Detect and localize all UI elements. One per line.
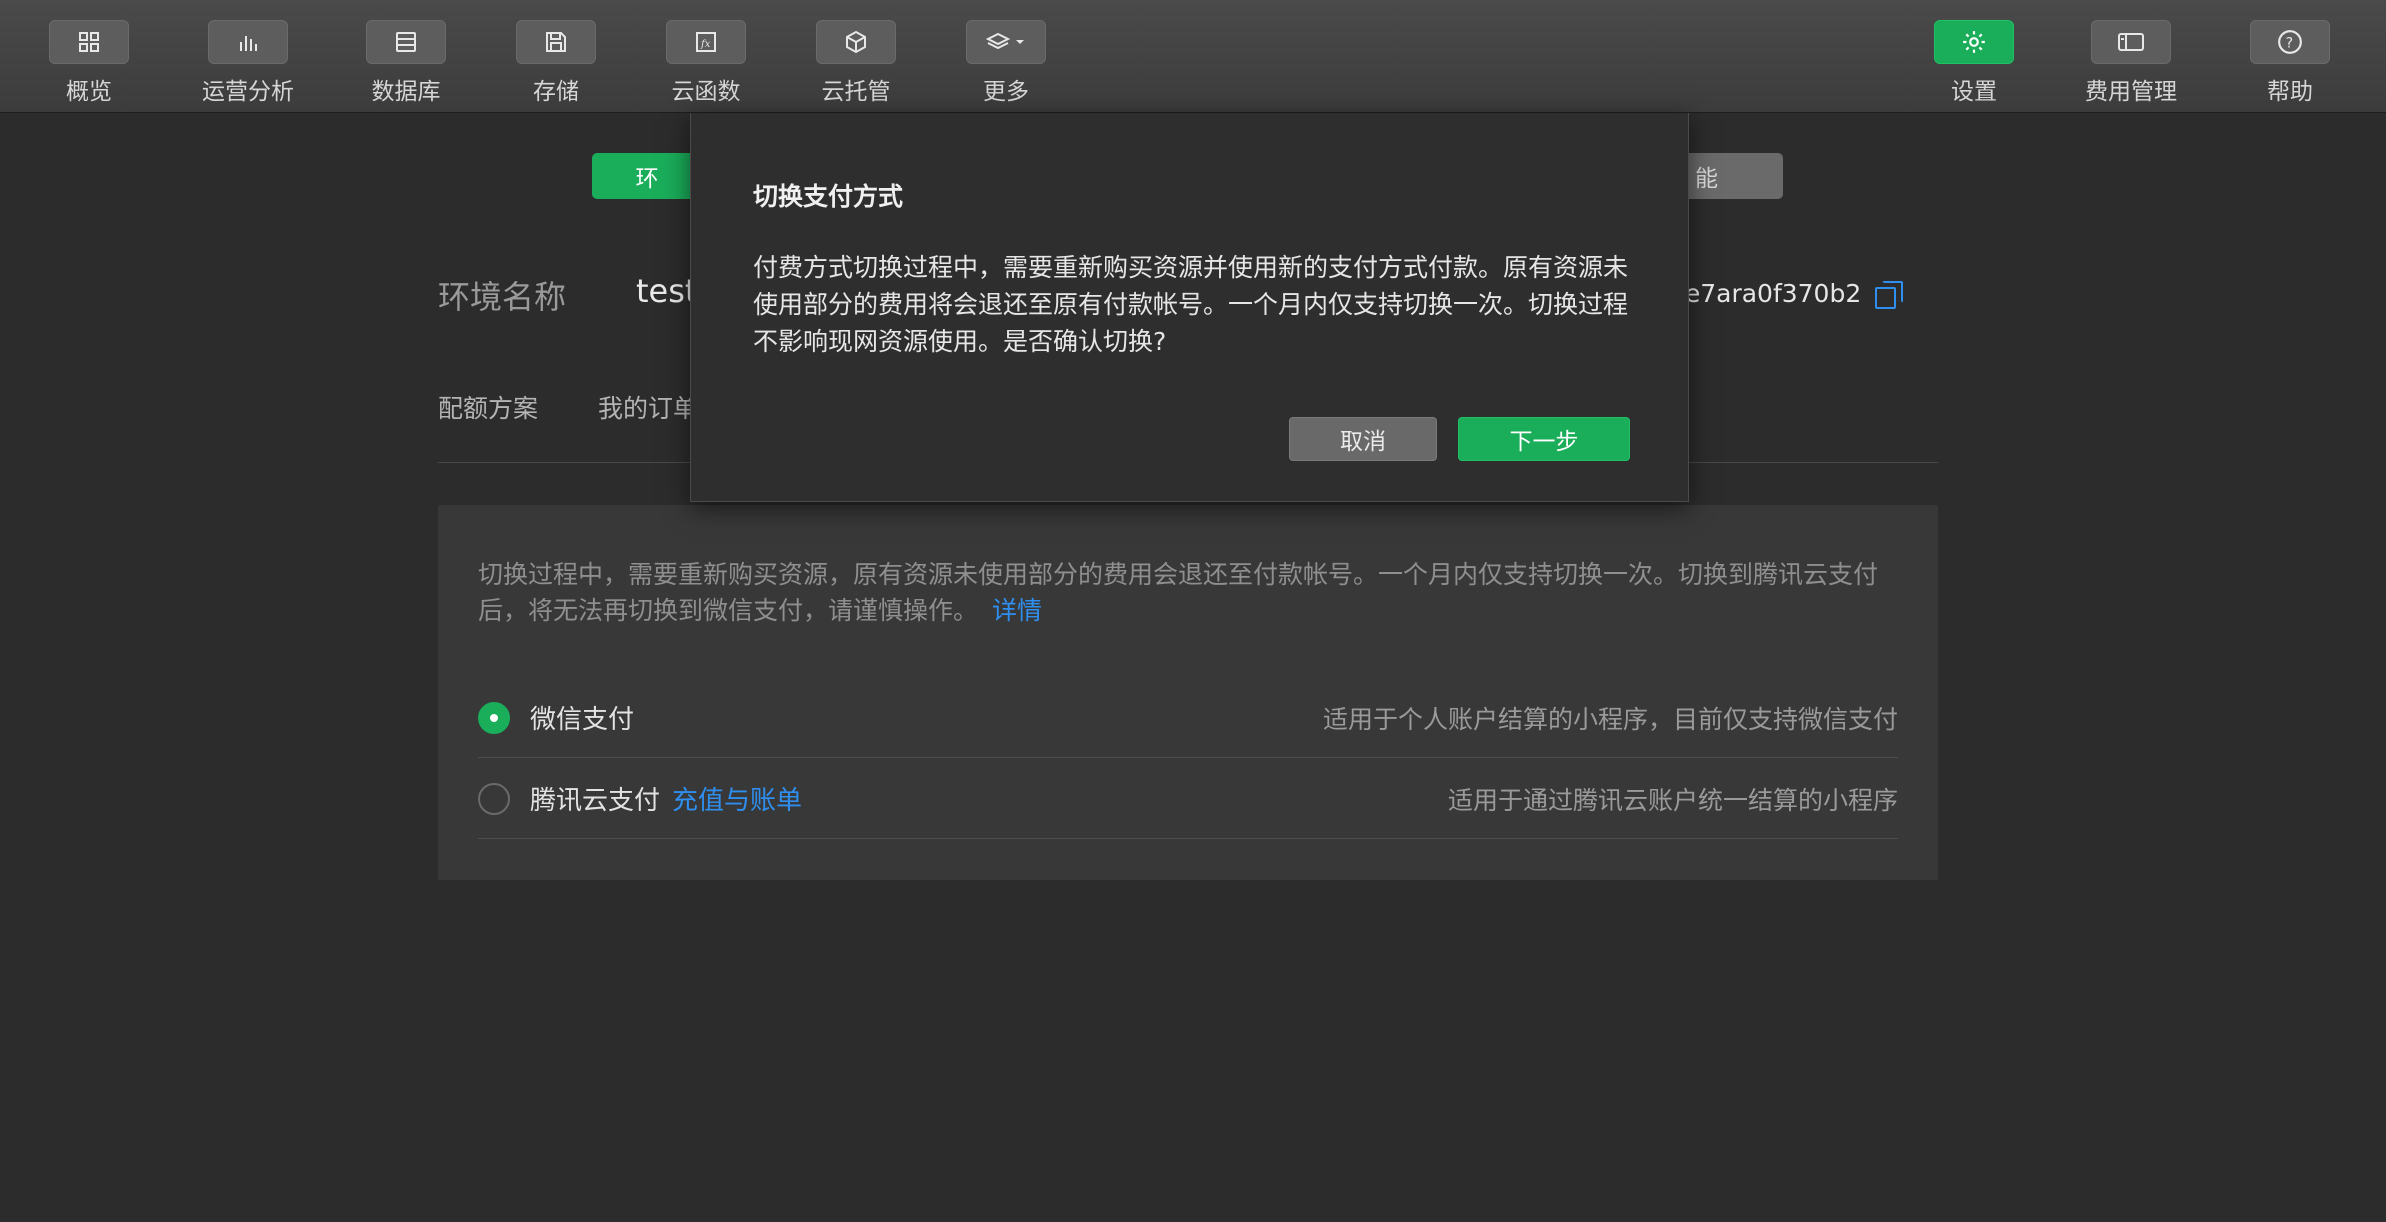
dialog-message: 付费方式切换过程中，需要重新购买资源并使用新的支付方式付款。原有资源未使用部分的…: [753, 253, 1629, 356]
switch-notice-text: 切换过程中，需要重新购买资源，原有资源未使用部分的费用会退还至付款帐号。一个月内…: [478, 560, 1879, 625]
toolbar-item-overview[interactable]: 概览: [49, 20, 129, 106]
toolbar-item-analytics[interactable]: 运营分析: [202, 20, 294, 106]
copy-icon[interactable]: [1875, 280, 1904, 309]
env-name-label: 环境名称: [438, 278, 567, 316]
toolbar-label: 运营分析: [202, 79, 294, 105]
toolbar-label: 云托管: [821, 79, 891, 105]
switch-payment-dialog: 切换支付方式 付费方式切换过程中，需要重新购买资源并使用新的支付方式付款。原有资…: [690, 113, 1689, 502]
env-top-button[interactable]: 环: [592, 153, 702, 199]
toolbar-item-functions[interactable]: fx 云函数: [666, 20, 746, 106]
option-tencent-cloud-pay[interactable]: 腾讯云支付 充值与账单 适用于通过腾讯云账户统一结算的小程序: [478, 759, 1898, 839]
grid-icon[interactable]: [49, 20, 129, 64]
toolbar-label: 概览: [66, 79, 112, 105]
function-icon[interactable]: fx: [666, 20, 746, 64]
option-wechat-pay[interactable]: 微信支付 适用于个人账户结算的小程序，目前仅支持微信支付: [478, 678, 1898, 758]
layers-icon[interactable]: [966, 20, 1046, 64]
toolbar-item-database[interactable]: 数据库: [366, 20, 446, 106]
toolbar-label: 存储: [533, 79, 579, 105]
radio-tencent-cloud-pay[interactable]: [478, 782, 510, 815]
wallet-icon[interactable]: [2091, 20, 2171, 64]
svg-text:fx: fx: [700, 39, 711, 50]
dialog-title: 切换支付方式: [753, 182, 904, 211]
save-icon[interactable]: [516, 20, 596, 64]
toolbar: 概览 运营分析 数据库 存储 fx 云函数 云托管 更多 设置 费用管理 ? 帮…: [0, 0, 2386, 113]
toolbar-label: 帮助: [2267, 79, 2313, 105]
toolbar-label: 费用管理: [2085, 79, 2177, 105]
toolbar-label: 设置: [1951, 79, 1997, 105]
payment-method-panel: 切换过程中，需要重新购买资源，原有资源未使用部分的费用会退还至付款帐号。一个月内…: [438, 505, 1938, 880]
cube-icon[interactable]: [816, 20, 896, 64]
tab-quota-plan[interactable]: 配额方案: [438, 389, 538, 425]
database-icon[interactable]: [366, 20, 446, 64]
toolbar-item-more[interactable]: 更多: [966, 20, 1046, 106]
option-desc: 适用于个人账户结算的小程序，目前仅支持微信支付: [1322, 704, 1898, 734]
bar-chart-icon[interactable]: [208, 20, 288, 64]
svg-text:?: ?: [2286, 35, 2293, 51]
help-icon[interactable]: ?: [2250, 20, 2330, 64]
option-desc: 适用于通过腾讯云账户统一结算的小程序: [1447, 785, 1898, 815]
toolbar-item-storage[interactable]: 存储: [516, 20, 596, 106]
cancel-button[interactable]: 取消: [1289, 417, 1437, 461]
switch-notice: 切换过程中，需要重新购买资源，原有资源未使用部分的费用会退还至付款帐号。一个月内…: [478, 557, 1908, 629]
env-name-value: test: [636, 272, 698, 310]
next-step-button[interactable]: 下一步: [1458, 417, 1630, 461]
option-name: 微信支付: [530, 705, 635, 735]
gear-icon[interactable]: [1934, 20, 2014, 64]
toolbar-label: 更多: [983, 79, 1029, 105]
toolbar-item-help[interactable]: ? 帮助: [2250, 20, 2330, 106]
app-window: 概览 运营分析 数据库 存储 fx 云函数 云托管 更多 设置 费用管理 ? 帮…: [0, 0, 2386, 1222]
toolbar-item-billing[interactable]: 费用管理: [2085, 20, 2177, 106]
tabs: 配额方案 我的订单: [438, 389, 698, 425]
toolbar-item-settings[interactable]: 设置: [1934, 20, 2014, 106]
recharge-bill-link[interactable]: 充值与账单: [672, 780, 802, 817]
toolbar-label: 云函数: [671, 79, 741, 105]
toolbar-label: 数据库: [371, 79, 441, 105]
toolbar-item-hosting[interactable]: 云托管: [816, 20, 896, 106]
details-link[interactable]: 详情: [992, 596, 1042, 625]
tab-my-orders[interactable]: 我的订单: [598, 389, 698, 425]
radio-wechat-pay[interactable]: [478, 701, 510, 734]
option-name: 腾讯云支付: [530, 786, 661, 816]
